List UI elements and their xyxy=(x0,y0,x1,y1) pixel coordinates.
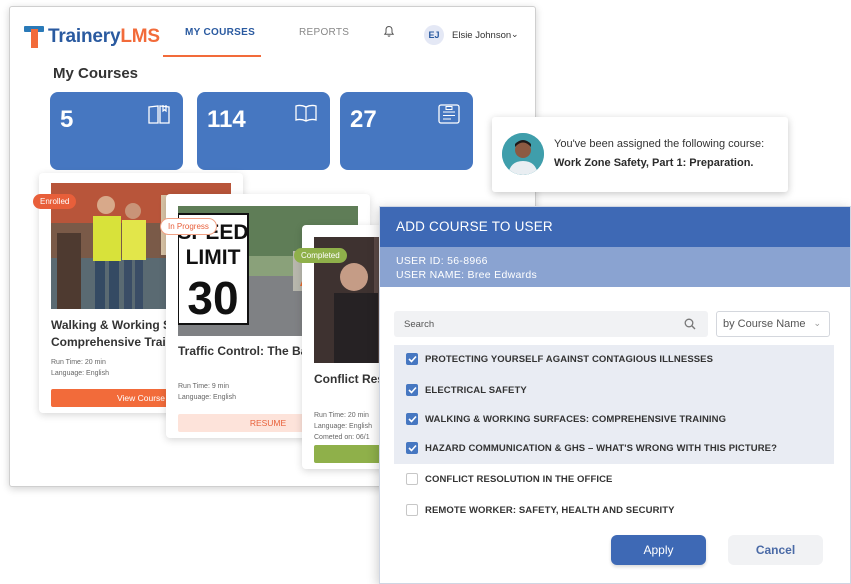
course-option-label: CONFLICT RESOLUTION IN THE OFFICE xyxy=(425,473,613,485)
course-option-label: WALKING & WORKING SURFACES: COMPREHENSIV… xyxy=(425,413,727,425)
course-language: Language: English xyxy=(178,394,236,401)
sign-text: LIMIT xyxy=(186,246,241,269)
course-option-label: HAZARD COMMUNICATION & GHS – WHAT'S WRON… xyxy=(425,442,777,454)
stat-value: 114 xyxy=(207,106,246,133)
sort-dropdown[interactable]: by Course Name ⌄ xyxy=(716,311,830,337)
course-title: Traffic Control: The Basi xyxy=(178,344,318,358)
course-option-label: PROTECTING YOURSELF AGAINST CONTAGIOUS I… xyxy=(425,353,714,365)
cancel-button[interactable]: Cancel xyxy=(728,535,823,565)
search-input[interactable] xyxy=(394,311,674,337)
stat-tile-courses[interactable]: 114 xyxy=(197,92,330,170)
course-title-line: Comprehensive Traini xyxy=(51,335,177,349)
course-meta: Run Time: 20 min Language: English xyxy=(51,357,109,379)
certificate-icon xyxy=(438,104,460,124)
course-completed-date: Cometed on: 06/1 xyxy=(314,434,370,441)
course-language: Language: English xyxy=(314,423,372,430)
checkbox-unchecked[interactable] xyxy=(406,504,418,516)
stat-value: 5 xyxy=(60,106,74,133)
page-title: My Courses xyxy=(53,65,139,82)
checkbox-unchecked[interactable] xyxy=(406,473,418,485)
course-option[interactable]: WALKING & WORKING SURFACES: COMPREHENSIV… xyxy=(406,409,726,429)
user-avatar[interactable]: EJ xyxy=(424,25,444,45)
checkmark-icon xyxy=(407,386,417,394)
course-option[interactable]: ELECTRICAL SAFETY xyxy=(406,380,527,400)
checkmark-icon xyxy=(407,415,417,423)
sign-text: 30 xyxy=(187,272,238,324)
search-field[interactable] xyxy=(394,311,708,337)
logo-text-primary: Trainery xyxy=(48,26,121,47)
course-option-label: ELECTRICAL SAFETY xyxy=(425,384,527,396)
course-option-label: REMOTE WORKER: SAFETY, HEALTH AND SECURI… xyxy=(425,504,675,516)
chevron-down-icon[interactable]: ⌄ xyxy=(511,29,519,40)
notification-avatar xyxy=(502,133,544,175)
user-name[interactable]: Elsie Johnson xyxy=(452,30,511,41)
checkbox-checked[interactable] xyxy=(406,442,418,454)
course-runtime: Run Time: 9 min xyxy=(178,383,229,390)
chevron-down-icon: ⌄ xyxy=(813,318,821,328)
user-name-label: USER NAME: Bree Edwards xyxy=(396,269,538,281)
apply-button[interactable]: Apply xyxy=(611,535,706,565)
status-badge-enrolled: Enrolled xyxy=(33,194,77,209)
course-option[interactable]: PROTECTING YOURSELF AGAINST CONTAGIOUS I… xyxy=(406,349,713,369)
tab-reports[interactable]: REPORTS xyxy=(299,27,349,38)
course-runtime: Run Time: 20 min xyxy=(51,359,106,366)
checkbox-checked[interactable] xyxy=(406,413,418,425)
course-option[interactable]: REMOTE WORKER: SAFETY, HEALTH AND SECURI… xyxy=(406,500,675,520)
course-meta: Run Time: 9 min Language: English xyxy=(178,381,236,403)
course-language: Language: English xyxy=(51,370,109,377)
add-course-dialog: ADD COURSE TO USER USER ID: 56-8966 USER… xyxy=(379,206,851,584)
book-icon xyxy=(148,105,170,124)
dialog-title: ADD COURSE TO USER xyxy=(380,207,850,247)
sort-selected-value: by Course Name xyxy=(723,318,806,330)
course-option[interactable]: CONFLICT RESOLUTION IN THE OFFICE xyxy=(406,469,613,489)
course-title: Walking & Working Sur Comprehensive Train… xyxy=(51,317,183,351)
status-badge-completed: Completed xyxy=(294,248,347,263)
checkbox-checked[interactable] xyxy=(406,353,418,365)
dialog-user-info: USER ID: 56-8966 USER NAME: Bree Edwards xyxy=(380,247,850,287)
bell-icon[interactable] xyxy=(383,25,395,38)
active-tab-indicator xyxy=(163,55,261,57)
notification-message: You've been assigned the following cours… xyxy=(554,138,765,150)
user-id: USER ID: 56-8966 xyxy=(396,255,488,267)
notification-course-name[interactable]: Work Zone Safety, Part 1: Preparation. xyxy=(554,157,753,169)
assignment-notification[interactable]: You've been assigned the following cours… xyxy=(492,117,788,192)
stat-tile-certificates[interactable]: 27 xyxy=(340,92,473,170)
trainery-logo[interactable]: TraineryLMS xyxy=(24,24,160,50)
status-badge-in-progress: In Progress xyxy=(160,218,217,235)
checkmark-icon xyxy=(407,355,417,363)
course-runtime: Run Time: 20 min xyxy=(314,412,369,419)
checkbox-checked[interactable] xyxy=(406,384,418,396)
checkmark-icon xyxy=(407,444,417,452)
logo-text-secondary: LMS xyxy=(120,26,160,47)
course-title-line: Walking & Working Sur xyxy=(51,318,184,332)
course-meta: Run Time: 20 min Language: English Cometed… xyxy=(314,410,372,443)
course-option[interactable]: HAZARD COMMUNICATION & GHS – WHAT'S WRON… xyxy=(406,438,777,458)
logo-mark-icon xyxy=(24,26,44,48)
open-book-icon xyxy=(295,104,317,122)
search-icon[interactable] xyxy=(684,318,696,330)
stat-value: 27 xyxy=(350,106,377,133)
tab-my-courses[interactable]: MY COURSES xyxy=(185,27,255,38)
stat-tile-enrolled[interactable]: 5 xyxy=(50,92,183,170)
